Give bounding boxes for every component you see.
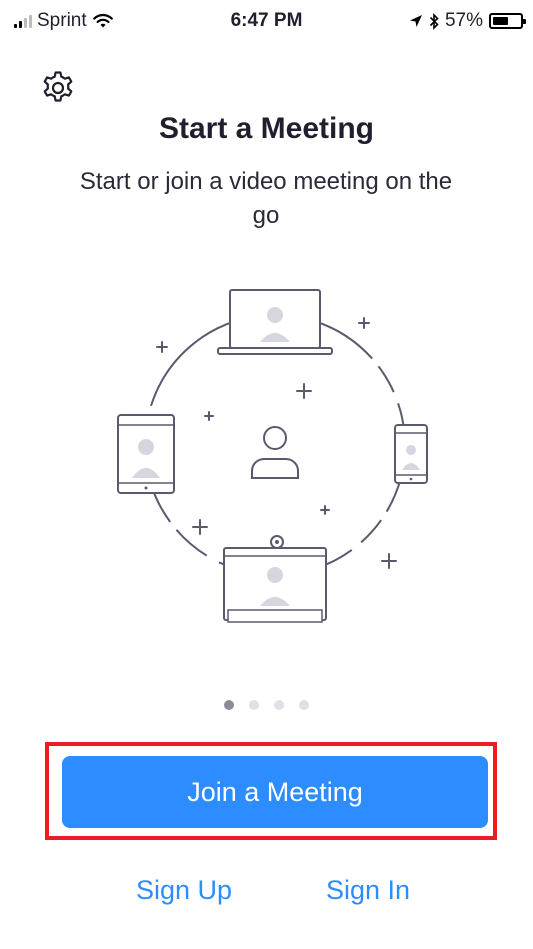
page-dot[interactable] [224, 700, 234, 710]
user-icon [251, 426, 299, 479]
laptop-icon [217, 289, 333, 355]
page-dot[interactable] [274, 700, 284, 710]
bluetooth-icon [429, 12, 439, 30]
battery-percent: 57% [444, 10, 483, 31]
room-display-icon [223, 535, 327, 623]
page-title: Start a Meeting [158, 112, 375, 145]
sign-in-link[interactable]: Sign In [326, 875, 410, 906]
status-bar: Sprint 6:47 PM 57% [0, 0, 533, 44]
page-indicator [0, 700, 533, 710]
gear-icon[interactable] [38, 68, 78, 108]
tablet-icon [117, 414, 175, 494]
status-right: 57% [409, 10, 526, 32]
page-dot[interactable] [249, 700, 259, 710]
phone-icon [394, 424, 428, 484]
location-arrow-icon [409, 15, 422, 27]
battery-icon [489, 13, 526, 29]
join-meeting-button[interactable]: Join a Meeting [62, 756, 488, 828]
zoom-welcome-screen: Sprint 6:47 PM 57% Start a Meeting Start… [0, 0, 533, 949]
page-subtitle: Start or join a video meeting on the go [79, 168, 453, 229]
page-dot[interactable] [299, 700, 309, 710]
sign-up-link[interactable]: Sign Up [136, 875, 232, 906]
meeting-illustration [117, 289, 428, 623]
